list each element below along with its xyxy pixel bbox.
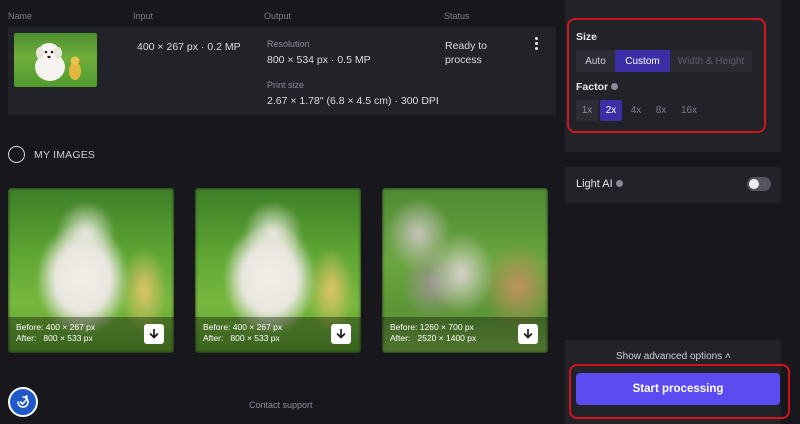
download-button[interactable] — [144, 324, 164, 344]
header-status: Status — [444, 11, 470, 21]
show-advanced-options-link[interactable]: Show advanced options ˄ — [616, 351, 731, 362]
card-after-size: After: 800 × 533 px — [16, 333, 93, 343]
print-size-label: Print size — [267, 80, 305, 90]
header-input: Input — [133, 11, 154, 21]
light-ai-toggle[interactable] — [747, 177, 771, 191]
table-header: Name Input Output Status — [0, 11, 556, 25]
factor-label-text: Factor — [576, 81, 609, 93]
header-output: Output — [264, 11, 292, 21]
light-ai-label: Light AI — [576, 178, 623, 190]
factor-option-2x[interactable]: 2x — [600, 100, 622, 121]
image-card[interactable]: Before: 400 × 267 px After: 800 × 533 px — [8, 188, 174, 353]
info-icon[interactable] — [611, 83, 619, 90]
size-option-width-height[interactable]: Width & Height — [670, 50, 752, 72]
table-row: 400 × 267 px · 0.2 MP Resolution 800 × 5… — [8, 27, 556, 115]
light-ai-label-text: Light AI — [576, 178, 613, 190]
radio-circle-icon[interactable] — [8, 146, 25, 163]
results-area: Name Input Output Status 400 × 267 px · … — [0, 0, 556, 424]
size-option-auto[interactable]: Auto — [576, 50, 615, 72]
status-text-line1: Ready to — [445, 40, 488, 52]
download-icon — [336, 328, 346, 339]
card-before-size: Before: 1260 × 700 px — [390, 322, 474, 332]
size-option-custom[interactable]: Custom — [615, 50, 670, 72]
info-icon[interactable] — [615, 180, 623, 187]
factor-option-8x[interactable]: 8x — [650, 100, 672, 121]
size-label: Size — [576, 31, 598, 43]
card-before-size: Before: 400 × 267 px — [16, 322, 96, 332]
card-after-size: After: 800 × 533 px — [203, 333, 280, 343]
image-card[interactable]: Before: 400 × 267 px After: 800 × 533 px — [195, 188, 361, 353]
download-button[interactable] — [518, 324, 538, 344]
my-images-label: MY IMAGES — [34, 149, 96, 161]
status-text-line2: process — [445, 54, 482, 66]
contact-support-link[interactable]: Contact support — [249, 400, 313, 410]
factor-label: Factor — [576, 81, 619, 93]
accessibility-icon — [17, 395, 29, 408]
input-size: 400 × 267 px · 0.2 MP — [137, 41, 241, 53]
image-card[interactable]: Before: 1260 × 700 px After: 2520 × 1400… — [382, 188, 548, 353]
kebab-menu-icon[interactable] — [532, 37, 540, 51]
resolution-value: 800 × 534 px · 0.5 MP — [267, 54, 371, 66]
download-icon — [523, 328, 533, 339]
resolution-label: Resolution — [267, 39, 310, 49]
download-icon — [149, 328, 159, 339]
factor-option-16x[interactable]: 16x — [676, 100, 702, 121]
start-processing-button[interactable]: Start processing — [576, 373, 780, 405]
download-button[interactable] — [331, 324, 351, 344]
accessibility-button[interactable] — [8, 387, 38, 417]
print-size-value: 2.67 × 1.78" (6.8 × 4.5 cm) · 300 DPI — [267, 95, 439, 107]
image-thumbnail[interactable] — [14, 33, 97, 87]
factor-option-1x[interactable]: 1x — [576, 100, 598, 121]
card-after-size: After: 2520 × 1400 px — [390, 333, 477, 343]
header-name: Name — [8, 11, 33, 21]
factor-option-4x[interactable]: 4x — [625, 100, 647, 121]
card-before-size: Before: 400 × 267 px — [203, 322, 283, 332]
